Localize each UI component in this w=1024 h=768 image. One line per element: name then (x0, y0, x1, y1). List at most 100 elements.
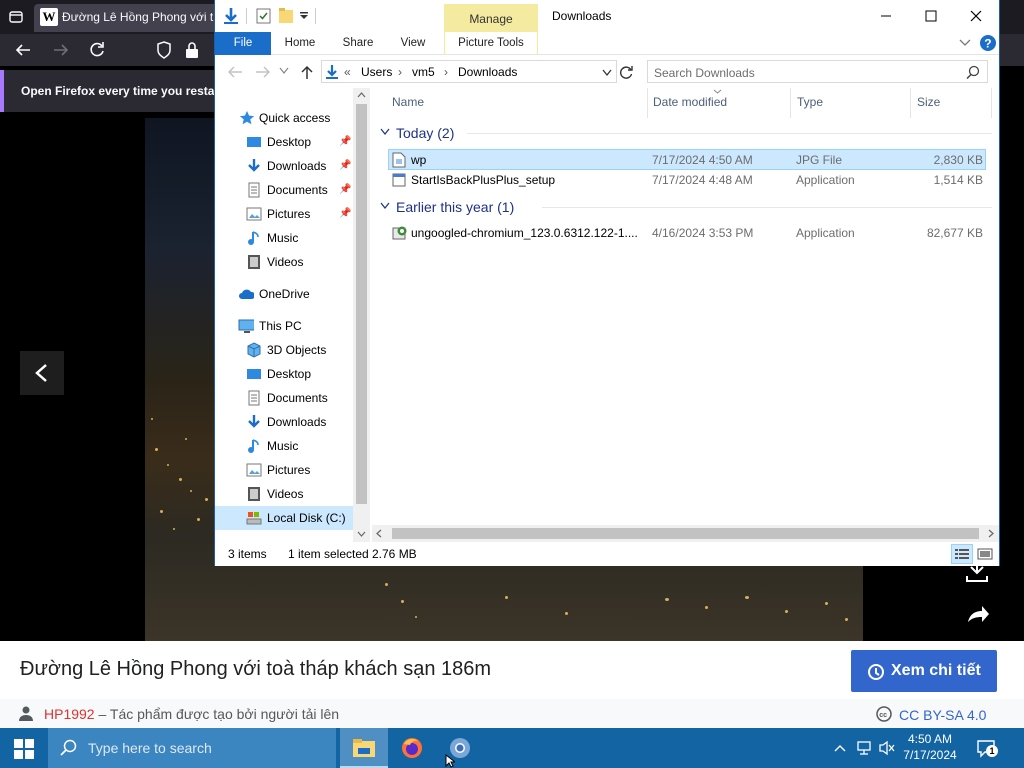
breadcrumb-vm5[interactable]: vm5 (412, 65, 435, 79)
column-size[interactable]: Size (917, 95, 940, 109)
nav-pc-local-disk[interactable]: Local Disk (C:) (215, 506, 353, 530)
new-folder-icon[interactable] (279, 8, 293, 24)
nav-qa-desktop[interactable]: Desktop 📌 (215, 130, 353, 154)
author-link[interactable]: HP1992 (44, 706, 95, 722)
nav-quick-access[interactable]: Quick access (215, 106, 353, 130)
start-button[interactable] (0, 728, 48, 768)
browser-tab[interactable]: Đường Lê Hồng Phong với t (34, 4, 224, 32)
recent-locations-icon[interactable] (279, 67, 289, 75)
search-input[interactable]: Search Downloads (647, 60, 988, 83)
nav-pc-videos[interactable]: Videos (215, 482, 353, 506)
taskbar-file-explorer[interactable] (340, 728, 388, 768)
file-row[interactable]: StartIsBackPlusPlus_setup 7/17/2024 4:48… (388, 170, 986, 191)
nav-label: Desktop (267, 135, 312, 149)
column-date-modified[interactable]: Date modified (653, 95, 727, 109)
nav-qa-videos[interactable]: Videos (215, 250, 353, 274)
nav-pc-desktop[interactable]: Desktop (215, 362, 353, 386)
back-arrow-icon[interactable] (14, 42, 32, 58)
address-dropdown-icon[interactable] (602, 69, 612, 77)
nav-pc-3d-objects[interactable]: 3D Objects (215, 338, 353, 362)
tab-share[interactable]: Share (333, 32, 383, 55)
expand-ribbon-icon[interactable] (959, 38, 971, 48)
cloud-icon (239, 289, 254, 299)
file-row[interactable]: ungoogled-chromium_123.0.6312.122-1.... … (388, 223, 986, 244)
navigation-scrollbar[interactable] (353, 88, 370, 542)
collapse-group-icon[interactable] (380, 128, 390, 136)
tab-home[interactable]: Home (275, 32, 325, 55)
shield-icon[interactable] (156, 41, 172, 59)
nav-qa-pictures[interactable]: Pictures 📌 (215, 202, 353, 226)
music-icon (248, 231, 259, 245)
scroll-left-icon[interactable] (376, 529, 382, 538)
scroll-up-icon[interactable] (357, 92, 366, 98)
details-view-icon[interactable] (951, 544, 973, 564)
nav-back-icon[interactable] (227, 65, 243, 79)
address-bar[interactable]: « Users › vm5 › Downloads (321, 60, 617, 83)
taskbar-firefox[interactable] (388, 728, 436, 768)
column-name[interactable]: Name (392, 95, 424, 109)
svg-text:cc: cc (879, 712, 887, 719)
scroll-down-icon[interactable] (357, 531, 366, 537)
nav-pc-music[interactable]: Music (215, 434, 353, 458)
file-date: 4/16/2024 3:53 PM (652, 226, 754, 240)
file-row[interactable]: wp 7/17/2024 4:50 AM JPG File 2,830 KB (388, 149, 986, 170)
horizontal-scrollbar[interactable] (372, 525, 999, 542)
group-today[interactable]: Today (2) (396, 125, 454, 141)
volume-muted-icon[interactable] (878, 740, 896, 756)
nav-qa-music[interactable]: Music (215, 226, 353, 250)
reload-icon[interactable] (88, 41, 106, 59)
large-icons-view-icon[interactable] (977, 546, 993, 562)
minimize-icon[interactable] (878, 8, 894, 24)
clock[interactable]: 4:50 AM 7/17/2024 (896, 731, 964, 763)
taskbar-search-input[interactable]: Type here to search (48, 728, 336, 768)
network-icon[interactable] (856, 740, 874, 756)
show-hidden-icons-icon[interactable] (834, 743, 846, 753)
nav-this-pc[interactable]: This PC (215, 314, 353, 338)
column-type[interactable]: Type (797, 95, 823, 109)
nav-forward-icon[interactable] (255, 65, 271, 79)
scroll-right-icon[interactable] (988, 529, 994, 538)
breadcrumb-users[interactable]: Users (361, 65, 392, 79)
maximize-icon[interactable] (923, 8, 939, 24)
download-arrow-icon[interactable] (223, 7, 239, 25)
search-icon (60, 739, 77, 756)
breadcrumb-overflow-icon[interactable]: « (344, 65, 351, 79)
forward-arrow-icon[interactable] (52, 42, 70, 58)
close-icon[interactable] (968, 8, 984, 24)
nav-pc-pictures[interactable]: Pictures (215, 458, 353, 482)
refresh-icon[interactable] (618, 64, 634, 80)
firefox-icon (402, 738, 422, 758)
manage-context-tab[interactable]: Manage (444, 4, 538, 32)
previous-image-button[interactable] (20, 351, 64, 395)
taskbar-chromium[interactable] (436, 728, 484, 768)
tab-list-icon[interactable] (8, 9, 24, 25)
scroll-thumb[interactable] (392, 528, 979, 539)
group-earlier-this-year[interactable]: Earlier this year (1) (396, 199, 514, 215)
share-icon[interactable] (962, 598, 992, 628)
nav-onedrive[interactable]: OneDrive (215, 282, 353, 306)
scroll-thumb[interactable] (356, 104, 367, 504)
lock-icon[interactable] (184, 41, 200, 59)
nav-pc-documents[interactable]: Documents (215, 386, 353, 410)
collapse-group-icon[interactable] (380, 202, 390, 210)
image-title: Đường Lê Hồng Phong với toà tháp khách s… (20, 658, 492, 680)
svg-text:?: ? (984, 37, 991, 51)
navigation-pane: Quick access Desktop 📌 Downloads 📌 Docum… (215, 88, 369, 542)
properties-icon[interactable] (256, 8, 271, 24)
tab-view[interactable]: View (390, 32, 436, 55)
notification-center-button[interactable]: 1 (974, 736, 998, 760)
quick-toolbar-dropdown-icon[interactable] (299, 12, 309, 20)
nav-qa-downloads[interactable]: Downloads 📌 (215, 154, 353, 178)
view-details-button[interactable]: Xem chi tiết (851, 650, 997, 692)
up-arrow-icon[interactable] (299, 64, 315, 80)
tab-picture-tools[interactable]: Picture Tools (444, 32, 538, 55)
license-link[interactable]: CC BY-SA 4.0 (899, 707, 986, 723)
star-icon (239, 111, 255, 125)
nav-pc-downloads[interactable]: Downloads (215, 410, 353, 434)
tab-file[interactable]: File (215, 32, 271, 55)
breadcrumb-separator-icon[interactable]: › (444, 65, 448, 79)
help-icon[interactable]: ? (979, 34, 997, 52)
breadcrumb-separator-icon[interactable]: › (398, 65, 402, 79)
breadcrumb-downloads[interactable]: Downloads (458, 65, 517, 79)
nav-qa-documents[interactable]: Documents 📌 (215, 178, 353, 202)
